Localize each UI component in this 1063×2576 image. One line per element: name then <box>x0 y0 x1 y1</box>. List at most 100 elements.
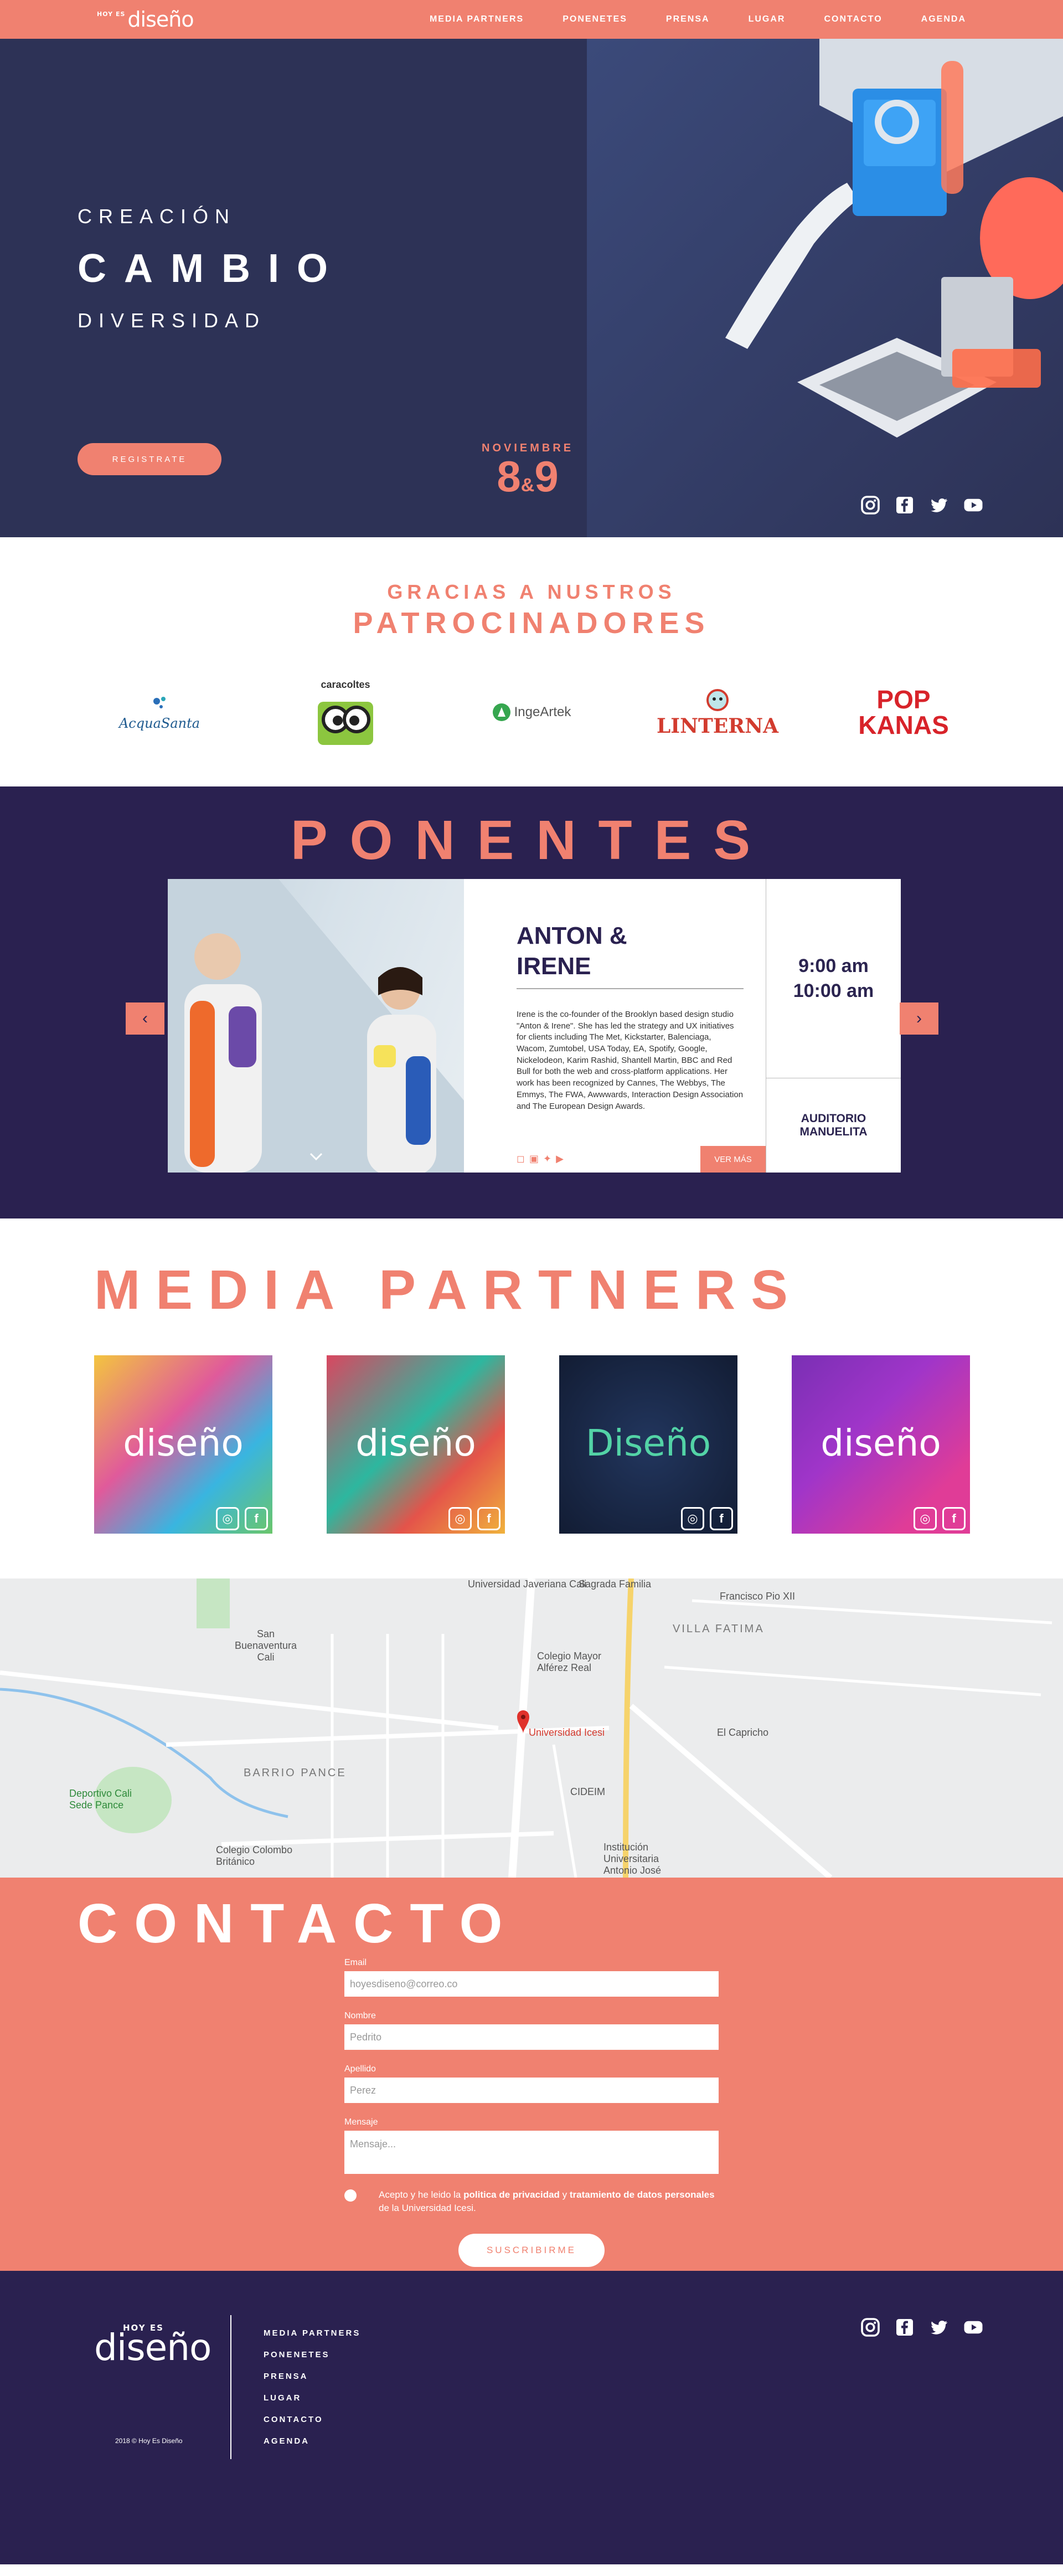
footer-link-agenda[interactable]: AGENDA <box>264 2436 360 2446</box>
youtube-icon[interactable]: ▶ <box>556 1153 564 1165</box>
map-label: San Buenaventura Cali <box>234 1628 297 1663</box>
speaker-time-start: 9:00 am <box>798 955 869 977</box>
subscribe-button[interactable]: SUSCRIBIRME <box>458 2233 605 2267</box>
event-days: 8&9 <box>482 455 574 498</box>
location-map[interactable]: Universidad Javeriana Cali Sagrada Famil… <box>0 1578 1063 1878</box>
privacy-policy-link[interactable]: politica de privacidad <box>463 2189 560 2200</box>
privacy-consent-checkbox[interactable] <box>344 2189 357 2202</box>
sponsor-logo-ingeartek[interactable]: IngeArtek <box>482 673 581 751</box>
twitter-icon[interactable] <box>927 493 951 517</box>
contact-title: CONTACTO <box>78 1893 519 1955</box>
media-tile-wordmark: Diseño <box>585 1422 711 1464</box>
sponsor-logo-caracoltes[interactable]: caracoltes <box>296 673 395 751</box>
footer-link-lugar[interactable]: LUGAR <box>264 2393 360 2403</box>
twitter-icon[interactable] <box>927 2315 951 2340</box>
media-tile-icons: ◎ f <box>216 1507 268 1530</box>
ver-mas-button[interactable]: VER MÁS <box>700 1146 766 1173</box>
event-day-2: 9 <box>534 452 559 501</box>
media-tile[interactable]: diseño ◎ f <box>94 1355 272 1534</box>
nav-link-agenda[interactable]: AGENDA <box>921 14 966 24</box>
register-button[interactable]: REGISTRATE <box>78 443 221 475</box>
media-tile-icons: ◎ f <box>681 1507 733 1530</box>
sponsor-logo-linterna[interactable]: LINTERNA <box>657 673 778 751</box>
top-nav: HOY ES diseño MEDIA PARTNERS PONENETES P… <box>0 0 1063 39</box>
facebook-icon[interactable] <box>892 2315 917 2340</box>
facebook-icon[interactable]: f <box>245 1507 268 1530</box>
facebook-icon[interactable]: f <box>942 1507 966 1530</box>
name-field[interactable]: Pedrito <box>344 2024 719 2050</box>
data-treatment-link[interactable]: tratamiento de datos personales <box>570 2189 715 2200</box>
sponsor-name-acquasanta: AcquaSanta <box>118 716 200 731</box>
footer-link-prensa[interactable]: PRENSA <box>264 2372 360 2381</box>
lastname-field[interactable]: Perez <box>344 2078 719 2103</box>
copyright: 2018 © Hoy Es Diseño <box>115 2437 183 2445</box>
nav-link-ponentes[interactable]: PONENETES <box>563 14 627 24</box>
instagram-icon[interactable] <box>858 2315 883 2340</box>
youtube-icon[interactable] <box>961 493 985 517</box>
media-tile[interactable]: diseño ◎ f <box>327 1355 505 1534</box>
instagram-icon[interactable]: ◎ <box>448 1507 472 1530</box>
footer-links: MEDIA PARTNERS PONENETES PRENSA LUGAR CO… <box>264 2328 360 2446</box>
carousel-prev-button[interactable]: ‹ <box>126 1002 164 1035</box>
facebook-icon[interactable]: ▣ <box>529 1153 539 1165</box>
nav-logo[interactable]: HOY ES diseño <box>97 7 194 32</box>
speaker-time-end: 10:00 am <box>793 980 874 1001</box>
nav-link-media-partners[interactable]: MEDIA PARTNERS <box>430 14 524 24</box>
carousel-next-button[interactable]: › <box>900 1002 938 1035</box>
acquasanta-mark-icon <box>153 697 166 708</box>
footer-logo-small-text: HOY ES <box>123 2323 164 2333</box>
speaker-photo <box>168 879 464 1173</box>
instagram-icon[interactable]: ◎ <box>216 1507 239 1530</box>
speaker-card: ANTON & IRENE Irene is the co-founder of… <box>168 879 901 1173</box>
sponsors-section: GRACIAS A NUSTROS PATROCINADORES AcquaSa… <box>0 537 1063 786</box>
speaker-name-line1: ANTON & <box>517 922 627 949</box>
facebook-icon[interactable]: f <box>477 1507 500 1530</box>
email-field[interactable]: hoyesdiseno@correo.co <box>344 1971 719 1997</box>
map-label: Universidad Javeriana Cali <box>468 1578 587 1590</box>
instagram-icon[interactable]: ◎ <box>681 1507 704 1530</box>
facebook-icon[interactable]: f <box>710 1507 733 1530</box>
sponsor-logo-acquasanta[interactable]: AcquaSanta <box>110 673 209 751</box>
footer-link-contacto[interactable]: CONTACTO <box>264 2415 360 2424</box>
footer-logo[interactable]: HOY ES diseño <box>94 2323 211 2369</box>
facebook-icon[interactable] <box>892 493 917 517</box>
hero-headline: CREACIÓN CAMBIO DIVERSIDAD <box>78 205 345 332</box>
privacy-consent-text: Acepto y he leido la politica de privaci… <box>379 2188 719 2215</box>
media-tile-wordmark: diseño <box>821 1422 941 1464</box>
footer-link-media-partners[interactable]: MEDIA PARTNERS <box>264 2328 360 2338</box>
speaker-name-line2: IRENE <box>517 953 591 980</box>
speaker-room: AUDITORIO MANUELITA <box>766 1078 901 1173</box>
instagram-icon[interactable]: ◻ <box>517 1153 525 1165</box>
map-label: Colegio Mayor Alférez Real <box>537 1651 602 1673</box>
contact-form: Email hoyesdiseno@correo.co Nombre Pedri… <box>344 1958 719 2267</box>
nav-link-contacto[interactable]: CONTACTO <box>824 14 882 24</box>
hero-illustration <box>587 39 1063 537</box>
media-tile[interactable]: diseño ◎ f <box>792 1355 970 1534</box>
lastname-label: Apellido <box>344 2064 376 2074</box>
speaker-photo-illustration <box>168 879 464 1173</box>
nav-link-prensa[interactable]: PRENSA <box>666 14 710 24</box>
media-tile[interactable]: Diseño ◎ f <box>559 1355 737 1534</box>
speaker-bio: Irene is the co-founder of the Brooklyn … <box>517 1010 744 1111</box>
speaker-time: 9:00 am 10:00 am <box>766 879 901 1078</box>
sponsor-name-caracoltes: caracoltes <box>321 678 370 690</box>
nav-link-lugar[interactable]: LUGAR <box>749 14 786 24</box>
map-label: CIDEIM <box>570 1786 605 1797</box>
privacy-consent: Acepto y he leido la politica de privaci… <box>344 2188 719 2215</box>
twitter-icon[interactable]: ✦ <box>543 1153 551 1165</box>
sponsor-name-popkanas: POP KANAS <box>858 685 949 739</box>
event-day-amp: & <box>520 475 535 496</box>
sponsor-logo-popkanas[interactable]: POP KANAS <box>854 673 953 751</box>
message-field[interactable]: Mensaje... <box>344 2131 719 2174</box>
map-label: VILLA FATIMA <box>673 1623 765 1635</box>
media-tile-wordmark: diseño <box>123 1422 244 1464</box>
hero-social-links <box>858 493 985 517</box>
speakers-title: PONENTES <box>290 809 773 871</box>
youtube-icon[interactable] <box>961 2315 985 2340</box>
logo-small-text: HOY ES <box>97 11 126 18</box>
instagram-icon[interactable] <box>858 493 883 517</box>
instagram-icon[interactable]: ◎ <box>914 1507 937 1530</box>
hero-section: CREACIÓN CAMBIO DIVERSIDAD REGISTRATE NO… <box>0 39 1063 537</box>
media-partners-section: MEDIA PARTNERS diseño ◎ f diseño ◎ f Diseñ… <box>0 1218 1063 1578</box>
footer-link-ponentes[interactable]: PONENETES <box>264 2350 360 2359</box>
